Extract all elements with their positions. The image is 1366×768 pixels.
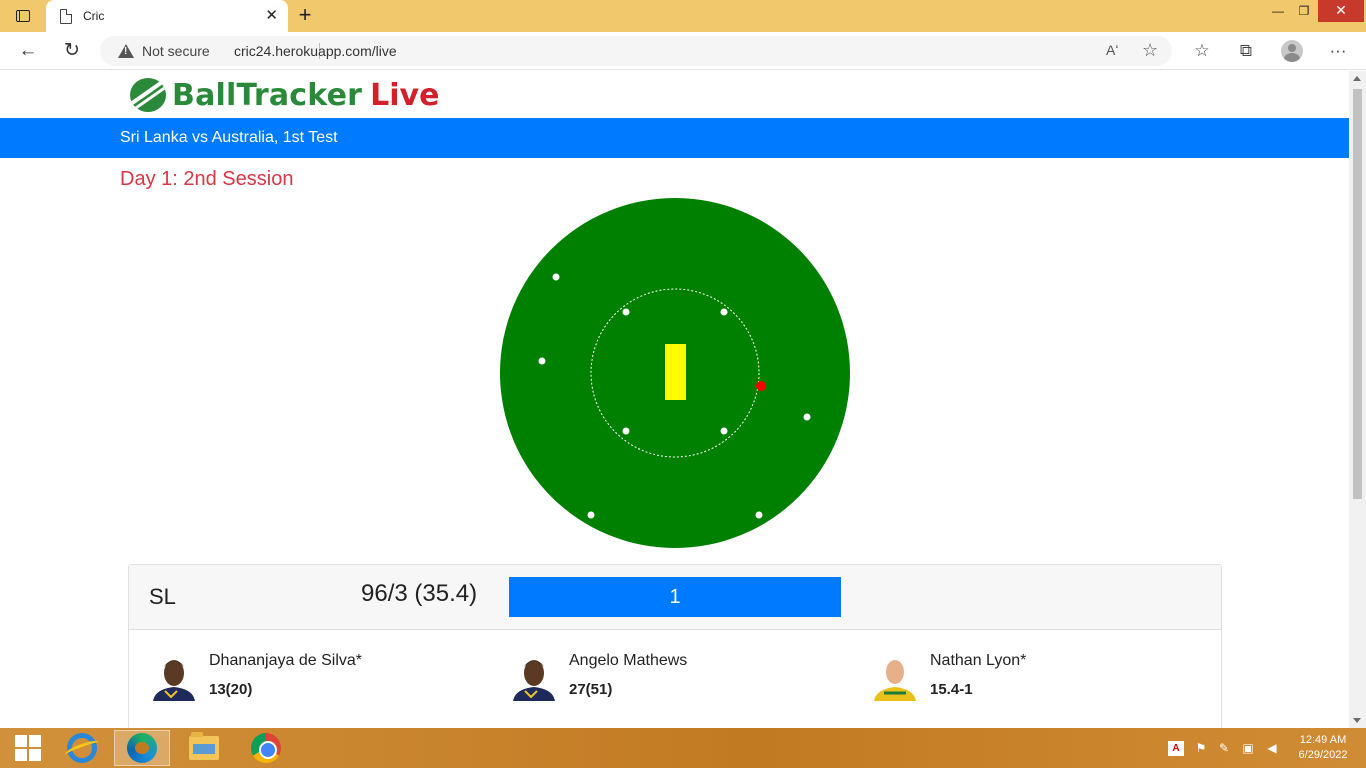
session-label: Day 1: 2nd Session	[120, 168, 294, 190]
warning-icon[interactable]	[118, 44, 134, 58]
favorites-icon[interactable]: ☆	[1190, 40, 1214, 62]
site-logo[interactable]: BallTracker Live	[130, 77, 439, 113]
page-icon	[60, 8, 72, 24]
refresh-button[interactable]: ↻	[58, 38, 86, 64]
player-card: Dhananjaya de Silva* 13(20)	[149, 651, 469, 707]
close-window-button[interactable]: ✕	[1318, 0, 1364, 22]
browser-tab[interactable]: Cric ✕	[46, 0, 288, 32]
volume-icon[interactable]: ◀	[1264, 741, 1280, 756]
scroll-up-icon[interactable]	[1353, 76, 1361, 81]
fielder	[803, 413, 811, 421]
player-card: Nathan Lyon* 15.4-1	[870, 651, 1190, 707]
fielder	[720, 427, 728, 435]
system-clock[interactable]: 12:49 AM 6/29/2022	[1288, 733, 1358, 763]
clock-time: 12:49 AM	[1299, 734, 1347, 746]
fielder	[755, 511, 763, 519]
flag-icon[interactable]: ⚑	[1193, 741, 1209, 756]
security-label[interactable]: Not secure	[142, 43, 210, 59]
back-button[interactable]: ←	[14, 38, 42, 64]
scroll-down-icon[interactable]	[1353, 718, 1361, 723]
add-favorite-icon[interactable]: ☆	[1142, 40, 1158, 61]
address-bar[interactable]: Not secure cric24.herokuapp.com/live Aʻ …	[100, 36, 1172, 66]
taskbar-chrome[interactable]	[238, 730, 294, 766]
chrome-icon	[251, 733, 281, 763]
player-stat: 15.4-1	[930, 681, 973, 698]
tab-actions-icon[interactable]	[8, 6, 38, 26]
internet-explorer-icon	[67, 733, 97, 763]
scorecard: SL 96/3 (35.4) 1 Dhananjaya de Silva* 13…	[128, 564, 1222, 728]
taskbar-edge[interactable]	[114, 730, 170, 766]
taskbar-file-explorer[interactable]	[176, 730, 232, 766]
fielder	[538, 357, 546, 365]
fielder	[587, 511, 595, 519]
start-button[interactable]	[0, 730, 56, 766]
player-name: Nathan Lyon*	[930, 652, 1027, 669]
fielder	[622, 308, 630, 316]
match-title: Sri Lanka vs Australia, 1st Test	[120, 129, 338, 146]
taskbar-internet-explorer[interactable]	[54, 730, 110, 766]
last-ball-result: 1	[509, 577, 841, 617]
player-stat: 13(20)	[209, 681, 253, 698]
page-viewport: BallTracker Live Sri Lanka vs Australia,…	[0, 71, 1349, 728]
edge-icon	[127, 733, 157, 763]
fielder	[720, 308, 728, 316]
network-icon[interactable]: ▣	[1240, 741, 1256, 756]
player-avatar	[870, 651, 920, 701]
vertical-scrollbar[interactable]	[1349, 71, 1366, 728]
tools-icon[interactable]: ✎	[1216, 741, 1232, 756]
pitch	[665, 344, 686, 400]
cricket-ball-icon	[130, 78, 166, 112]
player-avatar	[149, 651, 199, 701]
fielder	[622, 427, 630, 435]
clock-date: 6/29/2022	[1298, 749, 1348, 761]
new-tab-button[interactable]: +	[294, 4, 316, 28]
team-score: 96/3 (35.4)	[361, 580, 478, 607]
folder-icon	[189, 732, 219, 760]
close-tab-icon[interactable]: ✕	[265, 8, 278, 24]
logo-text-secondary: Live	[370, 77, 440, 113]
windows-taskbar: A ⚑ ✎ ▣ ◀ 12:49 AM 6/29/2022	[0, 728, 1366, 768]
team-name: SL	[149, 584, 176, 609]
profile-avatar[interactable]	[1281, 40, 1303, 62]
player-avatar	[509, 651, 559, 701]
tray-app-icon[interactable]: A	[1168, 741, 1184, 756]
scorecard-header: SL 96/3 (35.4) 1	[129, 565, 1221, 630]
ball-marker	[756, 381, 766, 391]
scroll-thumb[interactable]	[1353, 89, 1362, 499]
minimize-button[interactable]: —	[1264, 0, 1292, 22]
player-name: Angelo Mathews	[569, 652, 688, 669]
player-card: Angelo Mathews 27(51)	[509, 651, 829, 707]
restore-button[interactable]: ❐	[1290, 0, 1318, 22]
windows-logo-icon	[15, 735, 41, 761]
tab-title: Cric	[83, 9, 105, 23]
cricket-field	[500, 198, 850, 548]
browser-title-bar: Cric ✕ + — ❐ ✕	[0, 0, 1366, 32]
match-header-bar: Sri Lanka vs Australia, 1st Test	[0, 118, 1349, 158]
more-menu-icon[interactable]: ···	[1326, 40, 1350, 62]
fielder	[552, 273, 560, 281]
player-name: Dhananjaya de Silva*	[209, 652, 362, 669]
address-bar-row: ← ↻ Not secure cric24.herokuapp.com/live…	[0, 32, 1366, 70]
collections-icon[interactable]: ⧉	[1234, 40, 1258, 62]
url-text[interactable]: cric24.herokuapp.com/live	[234, 43, 397, 59]
read-aloud-icon[interactable]: Aʻ	[1106, 42, 1118, 58]
logo-text-primary: BallTracker	[172, 77, 363, 113]
player-stat: 27(51)	[569, 681, 613, 698]
